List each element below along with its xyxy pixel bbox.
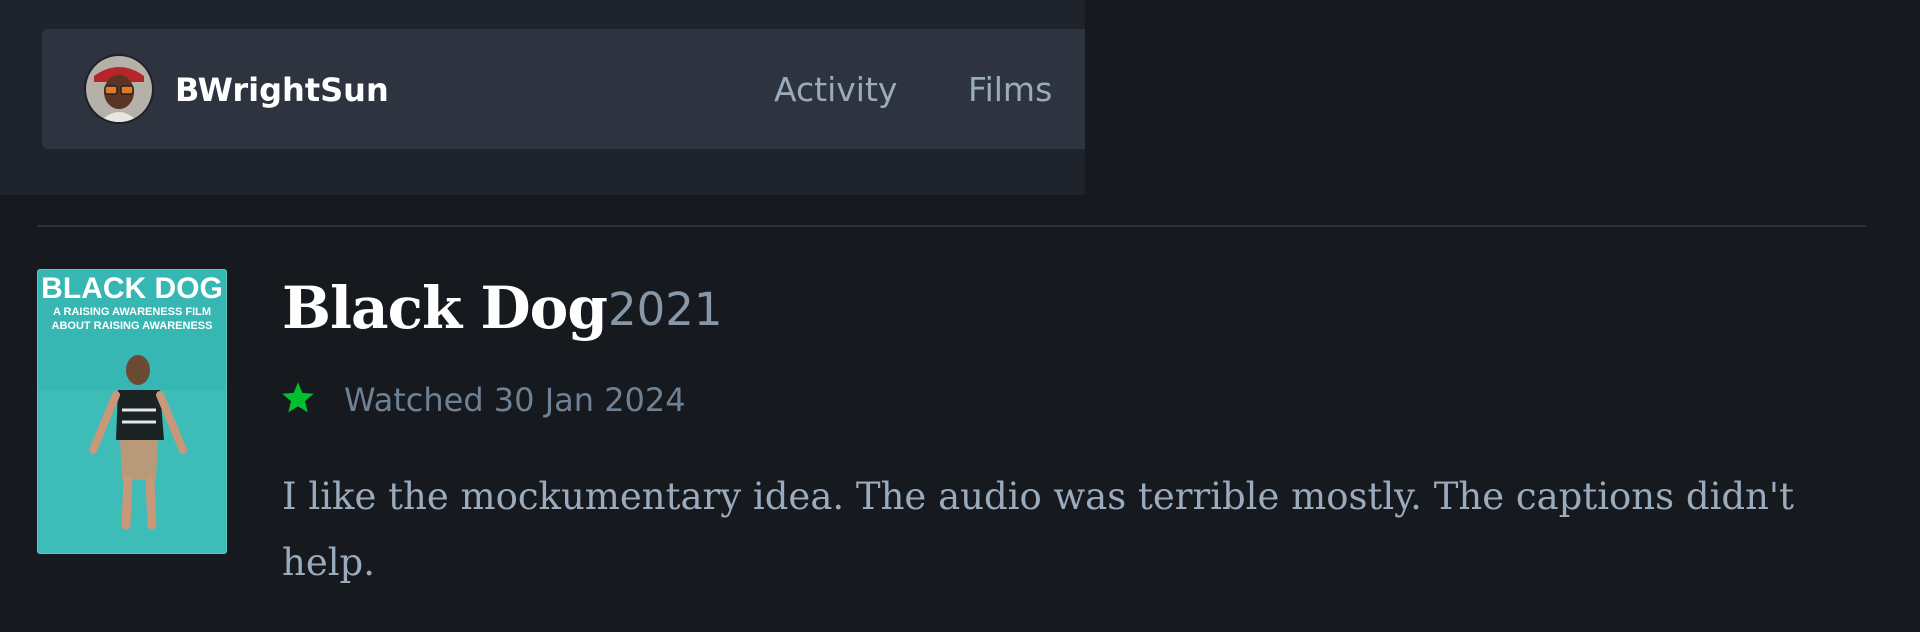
avatar-image	[86, 56, 152, 122]
poster-tagline-2: ABOUT RAISING AWARENESS	[52, 320, 213, 332]
watched-date: Watched 30 Jan 2024	[344, 381, 686, 419]
film-poster[interactable]: BLACK DOG A RAISING AWARENESS FILM ABOUT…	[37, 269, 227, 554]
nav-films[interactable]: Films	[968, 65, 1052, 115]
star-icon	[282, 382, 314, 413]
profile-username[interactable]: BWrightSun	[175, 65, 389, 115]
nav-activity[interactable]: Activity	[774, 65, 897, 115]
poster-title-text: BLACK DOG	[41, 272, 223, 305]
section-divider	[37, 225, 1866, 227]
poster-tagline-1: A RAISING AWARENESS FILM	[53, 306, 211, 318]
review-text: I like the mockumentary idea. The audio …	[282, 475, 1794, 584]
profile-header: BWrightSun Activity Films	[0, 0, 1085, 195]
poster-artwork: BLACK DOG A RAISING AWARENESS FILM ABOUT…	[38, 270, 226, 553]
film-title[interactable]: Black Dog	[282, 268, 608, 348]
avatar[interactable]	[86, 56, 152, 122]
film-year[interactable]: 2021	[608, 278, 723, 342]
profile-nav-bar: BWrightSun Activity Films	[42, 29, 1085, 149]
